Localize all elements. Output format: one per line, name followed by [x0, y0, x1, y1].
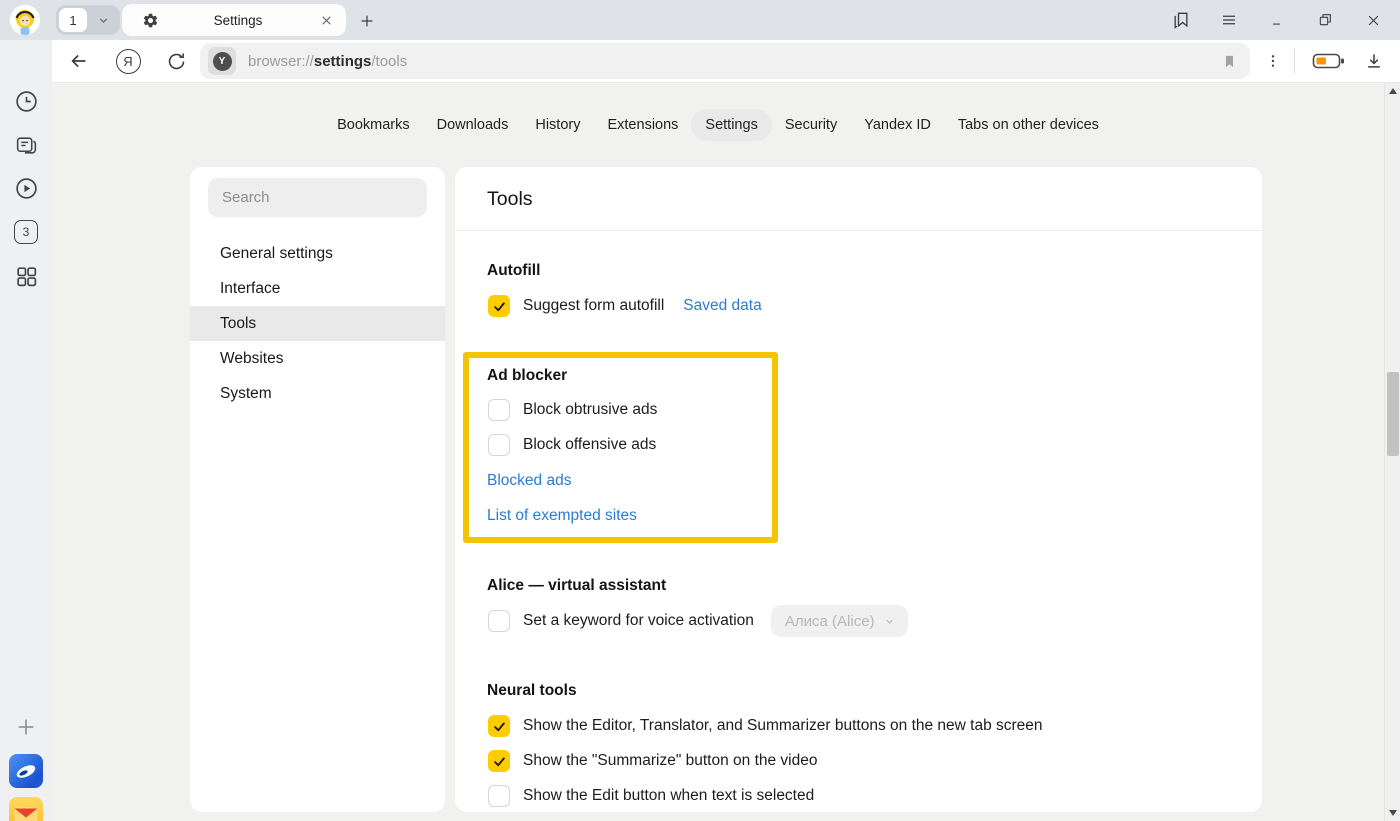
- block-obtrusive-label: Block obtrusive ads: [523, 401, 657, 419]
- show-editor-buttons-label: Show the Editor, Translator, and Summari…: [523, 717, 1043, 735]
- tab-strip: 1 Settings: [0, 0, 1400, 40]
- menu-item-system[interactable]: System: [190, 376, 445, 411]
- tab-title: Settings: [159, 13, 317, 28]
- close-icon[interactable]: [1360, 8, 1386, 32]
- address-bar[interactable]: Y browser://settings/tools: [200, 43, 1250, 79]
- block-offensive-label: Block offensive ads: [523, 436, 656, 454]
- downloads-icon[interactable]: [1359, 46, 1389, 76]
- scrollbar-thumb[interactable]: [1387, 372, 1399, 456]
- site-badge-icon[interactable]: Y: [208, 47, 236, 75]
- gear-icon: [142, 12, 159, 29]
- block-obtrusive-row[interactable]: Block obtrusive ads: [488, 399, 657, 421]
- menu-item-interface[interactable]: Interface: [190, 271, 445, 306]
- show-edit-button-label: Show the Edit button when text is select…: [523, 787, 814, 805]
- show-edit-button-checkbox[interactable]: [488, 785, 510, 807]
- disk-app-icon[interactable]: [0, 754, 52, 788]
- suggest-autofill-label: Suggest form autofill: [523, 297, 664, 315]
- suggest-autofill-checkbox[interactable]: [488, 295, 510, 317]
- nav-yandex-id[interactable]: Yandex ID: [864, 117, 931, 133]
- menu-item-tools[interactable]: Tools: [190, 306, 445, 341]
- nav-extensions[interactable]: Extensions: [607, 117, 678, 133]
- title-divider: [456, 230, 1261, 231]
- scroll-up-arrow[interactable]: [1389, 88, 1397, 94]
- history-clock-icon[interactable]: [0, 89, 52, 114]
- page-title: Tools: [487, 188, 533, 211]
- neural-row-1[interactable]: Show the Editor, Translator, and Summari…: [488, 715, 1043, 737]
- neural-row-3[interactable]: Show the Edit button when text is select…: [488, 785, 814, 807]
- nav-downloads[interactable]: Downloads: [437, 117, 509, 133]
- block-obtrusive-checkbox[interactable]: [488, 399, 510, 421]
- menu-item-websites[interactable]: Websites: [190, 341, 445, 376]
- tab-settings[interactable]: Settings: [122, 4, 346, 36]
- bookmarks-panel-icon[interactable]: [1168, 8, 1194, 32]
- back-icon[interactable]: [64, 46, 94, 76]
- autofill-heading: Autofill: [487, 262, 540, 280]
- bookmark-icon[interactable]: [1221, 53, 1238, 70]
- neural-row-2[interactable]: Show the "Summarize" button on the video: [488, 750, 817, 772]
- nav-settings[interactable]: Settings: [691, 109, 771, 141]
- nav-security[interactable]: Security: [785, 117, 837, 133]
- profile-avatar[interactable]: [10, 5, 40, 35]
- alice-heading: Alice — virtual assistant: [487, 577, 666, 595]
- restore-icon[interactable]: [1312, 8, 1338, 32]
- ad-blocker-heading: Ad blocker: [487, 367, 567, 385]
- chevron-down-icon: [884, 616, 895, 627]
- tab-group-control[interactable]: 1: [56, 5, 120, 35]
- alice-keyword-checkbox[interactable]: [488, 610, 510, 632]
- chevron-down-icon[interactable]: [87, 14, 120, 27]
- settings-nav: Bookmarks Downloads History Extensions S…: [52, 108, 1384, 142]
- alice-avatar-icon: [10, 5, 40, 35]
- reload-icon[interactable]: [161, 46, 191, 76]
- menu-icon[interactable]: [1216, 8, 1242, 32]
- saved-data-link[interactable]: Saved data: [683, 297, 761, 315]
- toolbar: Я Y browser://settings/tools: [52, 40, 1400, 83]
- autofill-row[interactable]: Suggest form autofill Saved data: [488, 295, 762, 317]
- app-sidebar: 3: [0, 40, 52, 821]
- url-text: browser://settings/tools: [248, 53, 407, 70]
- menu-item-general-settings[interactable]: General settings: [190, 236, 445, 271]
- block-offensive-checkbox[interactable]: [488, 434, 510, 456]
- nav-history[interactable]: History: [535, 117, 580, 133]
- neural-tools-heading: Neural tools: [487, 682, 577, 700]
- alice-keyword-row[interactable]: Set a keyword for voice activation Алиса…: [488, 605, 908, 637]
- nav-bookmarks[interactable]: Bookmarks: [337, 117, 410, 133]
- blocked-ads-link[interactable]: Blocked ads: [487, 472, 571, 490]
- nav-tabs-other-devices[interactable]: Tabs on other devices: [958, 117, 1099, 133]
- browser-window: 1 Settings: [0, 0, 1400, 821]
- new-tab-button[interactable]: [355, 9, 379, 33]
- feed-icon[interactable]: [0, 133, 52, 158]
- alice-keyword-dropdown: Алиса (Alice): [771, 605, 908, 637]
- battery-icon[interactable]: [1310, 46, 1348, 76]
- scroll-down-arrow[interactable]: [1389, 810, 1397, 816]
- mail-app-icon[interactable]: [0, 797, 52, 821]
- search-input[interactable]: [208, 178, 427, 217]
- yandex-home-icon[interactable]: Я: [113, 46, 143, 76]
- apps-grid-icon[interactable]: [0, 264, 52, 289]
- tab-count-badge[interactable]: 1: [59, 8, 87, 32]
- show-summarize-checkbox[interactable]: [488, 750, 510, 772]
- minimize-icon[interactable]: [1264, 8, 1290, 32]
- block-offensive-row[interactable]: Block offensive ads: [488, 434, 656, 456]
- scrollbar-track[interactable]: [1384, 83, 1400, 821]
- toolbar-divider: [1294, 48, 1295, 74]
- show-editor-buttons-checkbox[interactable]: [488, 715, 510, 737]
- add-panel-icon[interactable]: [0, 716, 52, 738]
- kebab-menu-icon[interactable]: [1258, 46, 1288, 76]
- video-play-icon[interactable]: [0, 176, 52, 201]
- exempted-sites-link[interactable]: List of exempted sites: [487, 507, 637, 525]
- tabs-counter-icon[interactable]: 3: [0, 220, 52, 244]
- alice-keyword-label: Set a keyword for voice activation: [523, 612, 754, 630]
- tab-close-icon[interactable]: [317, 11, 336, 30]
- show-summarize-label: Show the "Summarize" button on the video: [523, 752, 817, 770]
